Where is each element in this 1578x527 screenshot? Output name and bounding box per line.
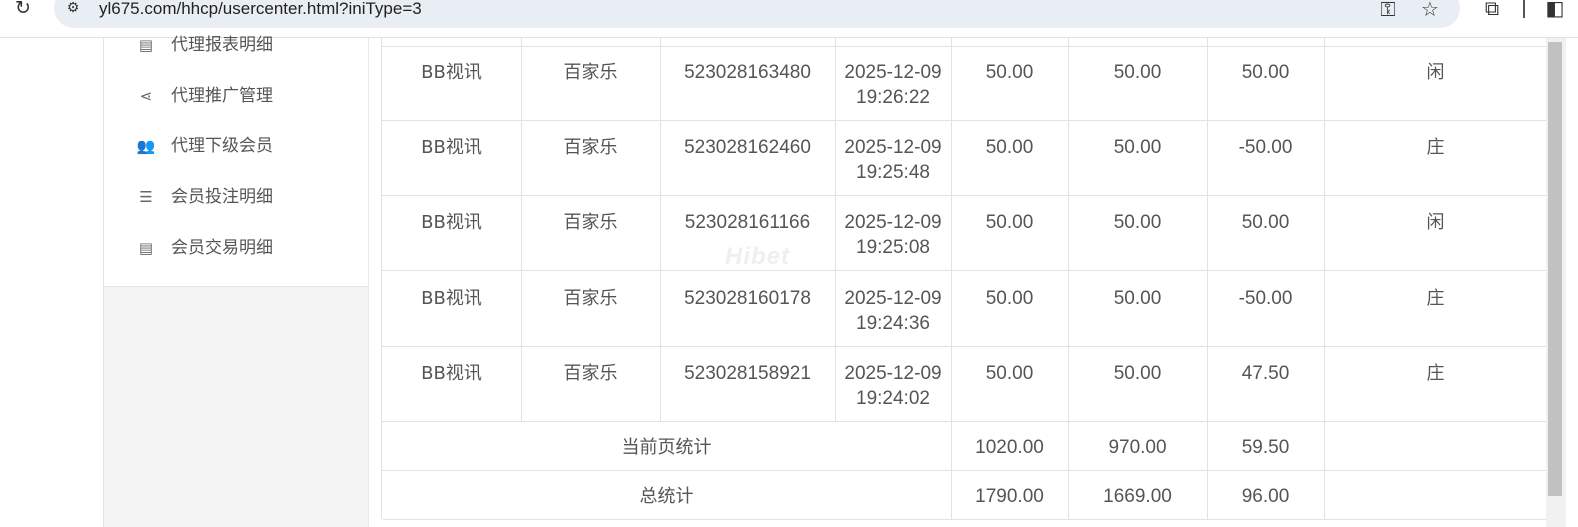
- bet-time-cell: 19:25:08: [856, 237, 930, 258]
- transaction-list-icon: ▤: [138, 239, 154, 257]
- sidebar-item-agent-members[interactable]: 👥 代理下级会员: [104, 121, 368, 171]
- bookmark-star-icon[interactable]: ☆: [1418, 0, 1442, 21]
- sidebar-item-member-transactions[interactable]: ▤ 会员交易明细: [104, 223, 368, 273]
- bet-content-cell: 庄: [1426, 363, 1445, 384]
- page-win-loss-total: 59.50: [1241, 437, 1290, 458]
- bet-time-cell: 19:25:48: [856, 162, 930, 183]
- side-panel-icon[interactable]: ◧: [1543, 0, 1567, 22]
- bet-amount-cell: 50.00: [985, 363, 1034, 384]
- bet-date-cell: 2025-12-09: [844, 137, 942, 158]
- win-loss-cell: 50.00: [1241, 212, 1290, 233]
- total-valid: 1669.00: [1103, 486, 1172, 507]
- page-summary-label: 当前页统计: [621, 437, 712, 458]
- game-cell: 百家乐: [563, 363, 618, 384]
- scrollbar-thumb[interactable]: [1548, 42, 1562, 496]
- row-divider: [382, 270, 1547, 271]
- sidebar-empty-area: [104, 287, 369, 527]
- sidebar-item-member-bets[interactable]: ☰ 会员投注明细: [104, 172, 368, 222]
- valid-bet-cell: 50.00: [1113, 62, 1162, 83]
- bet-amount-cell: 50.00: [985, 288, 1034, 309]
- column-divider: [1324, 38, 1325, 519]
- total-summary-label: 总统计: [639, 486, 694, 507]
- bet-time-cell: 19:26:22: [856, 87, 930, 108]
- sidebar-item-label: 代理下级会员: [171, 136, 273, 156]
- win-loss-cell: 50.00: [1241, 62, 1290, 83]
- page-bet-total: 1020.00: [975, 437, 1044, 458]
- bet-content-cell: 闲: [1426, 212, 1445, 233]
- watermark-logo: Hibet: [725, 243, 790, 270]
- bet-content-cell: 庄: [1426, 288, 1445, 309]
- share-icon: ⋖: [139, 87, 153, 105]
- valid-bet-cell: 50.00: [1113, 363, 1162, 384]
- sidebar-item-label: 会员交易明细: [171, 238, 273, 258]
- total-win-loss: 96.00: [1241, 486, 1290, 507]
- order-number-cell: 523028161166: [684, 212, 811, 233]
- bet-amount-cell: 50.00: [985, 62, 1034, 83]
- order-number-cell: 523028162460: [684, 137, 811, 158]
- platform-cell: BB视讯: [421, 288, 482, 309]
- bet-time-cell: 19:24:02: [856, 388, 930, 409]
- bet-amount-cell: 50.00: [985, 137, 1034, 158]
- sidebar-item-label: 代理报表明细: [171, 35, 273, 55]
- bet-date-cell: 2025-12-09: [844, 363, 942, 384]
- win-loss-cell: 47.50: [1241, 363, 1290, 384]
- order-number-cell: 523028163480: [684, 62, 811, 83]
- platform-cell: BB视讯: [421, 212, 482, 233]
- win-loss-cell: -50.00: [1238, 288, 1293, 309]
- table-header-edge: [382, 38, 1547, 47]
- game-cell: 百家乐: [563, 288, 618, 309]
- bet-amount-cell: 50.00: [985, 212, 1034, 233]
- report-icon: ▤: [138, 36, 154, 54]
- bet-content-cell: 庄: [1426, 137, 1445, 158]
- total-bet: 1790.00: [975, 486, 1044, 507]
- platform-cell: BB视讯: [421, 363, 482, 384]
- order-number-cell: 523028158921: [684, 363, 811, 384]
- game-cell: 百家乐: [563, 212, 618, 233]
- valid-bet-cell: 50.00: [1113, 212, 1162, 233]
- row-divider: [382, 120, 1547, 121]
- row-divider: [382, 195, 1547, 196]
- game-cell: 百家乐: [563, 137, 618, 158]
- game-cell: 百家乐: [563, 62, 618, 83]
- bet-record-table: BB视讯 百家乐 523028163480 2025-12-09 19:26:2…: [381, 38, 1548, 520]
- extensions-icon[interactable]: ⧉: [1480, 0, 1504, 22]
- row-divider: [382, 421, 1547, 422]
- url-text[interactable]: yl675.com/hhcp/usercenter.html?iniType=3: [99, 0, 422, 19]
- valid-bet-cell: 50.00: [1113, 137, 1162, 158]
- bet-list-icon: ☰: [139, 188, 153, 206]
- page-valid-total: 970.00: [1108, 437, 1167, 458]
- site-settings-icon[interactable]: ⚙: [64, 0, 82, 16]
- bet-date-cell: 2025-12-09: [844, 288, 942, 309]
- reload-icon[interactable]: ↻: [12, 0, 34, 20]
- row-divider: [382, 346, 1547, 347]
- bet-time-cell: 19:24:36: [856, 313, 930, 334]
- bet-date-cell: 2025-12-09: [844, 212, 942, 233]
- toolbar-divider: [1523, 0, 1525, 18]
- sidebar-item-agent-report[interactable]: ▤ 代理报表明细: [104, 20, 368, 70]
- sidebar-item-label: 会员投注明细: [171, 187, 273, 207]
- bet-date-cell: 2025-12-09: [844, 62, 942, 83]
- platform-cell: BB视讯: [421, 137, 482, 158]
- row-divider: [382, 470, 1547, 471]
- password-key-icon[interactable]: ⚿: [1376, 0, 1400, 21]
- sidebar-item-agent-promotion[interactable]: ⋖ 代理推广管理: [104, 71, 368, 121]
- win-loss-cell: -50.00: [1238, 137, 1293, 158]
- sidebar-menu: ▤ 代理报表明细 ⋖ 代理推广管理 👥 代理下级会员 ☰ 会员投注明细 ▤ 会员…: [104, 35, 369, 287]
- sidebar-item-label: 代理推广管理: [171, 86, 273, 106]
- bet-content-cell: 闲: [1426, 62, 1445, 83]
- valid-bet-cell: 50.00: [1113, 288, 1162, 309]
- users-icon: 👥: [136, 137, 156, 155]
- platform-cell: BB视讯: [421, 62, 482, 83]
- order-number-cell: 523028160178: [684, 288, 811, 309]
